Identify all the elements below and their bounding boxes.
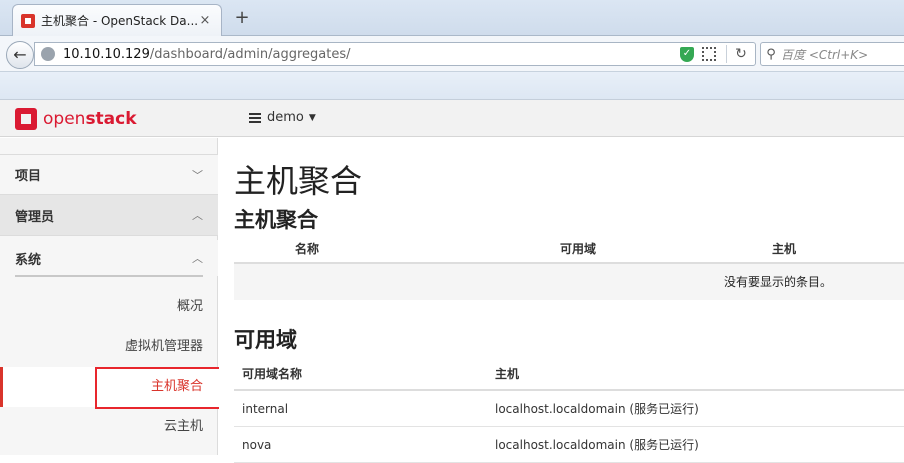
sidebar-section-admin[interactable]: 管理员 ︿ (0, 195, 218, 236)
main-content: 主机聚合 主机聚合 名称 可用域 主机 没有要显示的条目。 可用域 可用域名称 … (219, 138, 904, 463)
sidebar-section-project[interactable]: 项目 ﹀ (0, 154, 218, 195)
annotation-highlight-box (95, 367, 225, 409)
close-tab-icon[interactable]: × (197, 13, 213, 29)
table-header: 可用域名称 主机 (234, 357, 904, 391)
table-row: internal localhost.localdomain (服务已运行) (234, 391, 904, 427)
zone-name-cell: internal (242, 401, 289, 416)
sidebar: 项目 ﹀ 管理员 ︿ 系统 ︿ 概况 虚拟机管理器 主机聚合 云主机 (0, 138, 225, 455)
column-header-zone-name[interactable]: 可用域名称 (234, 365, 495, 382)
column-header-name[interactable]: 名称 (234, 240, 380, 257)
browser-tab[interactable]: 主机聚合 - OpenStack Da... × (12, 4, 222, 36)
sidebar-section-system[interactable]: 系统 ︿ (0, 240, 218, 276)
logo-text-stack: stack (85, 109, 137, 129)
chevron-down-icon: ﹀ (192, 168, 203, 182)
sidebar-item-overview[interactable]: 概况 (0, 287, 218, 327)
logo-text-open: open (43, 109, 86, 129)
search-placeholder: 百度 <Ctrl+K> (781, 47, 869, 62)
back-arrow-icon: ← (13, 45, 27, 64)
globe-icon (41, 47, 55, 61)
sidebar-item-instances[interactable]: 云主机 (0, 407, 218, 447)
sidebar-section-label: 系统 (15, 252, 42, 268)
openstack-header: open stack demo ▼ (0, 100, 904, 137)
search-box[interactable]: ⚲ 百度 <Ctrl+K> (760, 42, 904, 66)
aggregates-table: 名称 可用域 主机 没有要显示的条目。 (234, 234, 904, 300)
column-header-hosts[interactable]: 主机 (495, 365, 904, 382)
project-selector[interactable]: demo ▼ (249, 110, 316, 125)
bookmarks-bar (0, 72, 904, 100)
active-indicator (0, 367, 3, 407)
qr-code-icon[interactable] (702, 47, 716, 61)
availability-zones-table: 可用域名称 主机 internal localhost.localdomain … (234, 357, 904, 463)
browser-tab-strip: 主机聚合 - OpenStack Da... × + (0, 0, 904, 36)
chevron-up-icon: ︿ (192, 209, 203, 222)
reload-icon[interactable]: ↻ (727, 46, 755, 62)
zone-hosts-cell: localhost.localdomain (服务已运行) (495, 438, 699, 452)
sidebar-section-label: 项目 (15, 169, 42, 184)
back-button[interactable]: ← (6, 41, 34, 69)
zones-heading: 可用域 (234, 328, 297, 352)
aggregates-heading: 主机聚合 (234, 208, 318, 232)
zone-name-cell: nova (242, 437, 272, 452)
tab-title: 主机聚合 - OpenStack Da... (41, 14, 197, 28)
column-header-hosts[interactable]: 主机 (596, 240, 796, 257)
openstack-favicon-icon (21, 13, 35, 28)
sidebar-item-hypervisors[interactable]: 虚拟机管理器 (0, 327, 218, 367)
address-bar[interactable]: 10.10.10.129/dashboard/admin/aggregates/… (34, 42, 756, 66)
search-icon: ⚲ (766, 46, 776, 62)
new-tab-button[interactable]: + (232, 9, 252, 29)
url-host: 10.10.10.129 (63, 46, 150, 62)
page-title: 主机聚合 (234, 162, 363, 200)
table-row: nova localhost.localdomain (服务已运行) (234, 427, 904, 463)
empty-table-message: 没有要显示的条目。 (234, 264, 904, 300)
openstack-logo[interactable]: open stack (15, 108, 137, 130)
openstack-logo-icon (15, 108, 37, 130)
divider (15, 275, 203, 277)
column-header-zone[interactable]: 可用域 (380, 240, 596, 257)
chevron-up-icon: ︿ (192, 252, 203, 265)
caret-down-icon: ▼ (308, 112, 316, 123)
project-icon (249, 112, 261, 123)
project-name: demo (267, 110, 304, 125)
url-path: /dashboard/admin/aggregates/ (149, 46, 351, 62)
shield-icon[interactable]: ✓ (680, 46, 694, 62)
sidebar-section-label: 管理员 (15, 209, 55, 225)
browser-navbar: 10.10.10.129/dashboard/admin/aggregates/… (0, 36, 904, 72)
zone-hosts-cell: localhost.localdomain (服务已运行) (495, 402, 699, 416)
table-header: 名称 可用域 主机 (234, 234, 904, 264)
